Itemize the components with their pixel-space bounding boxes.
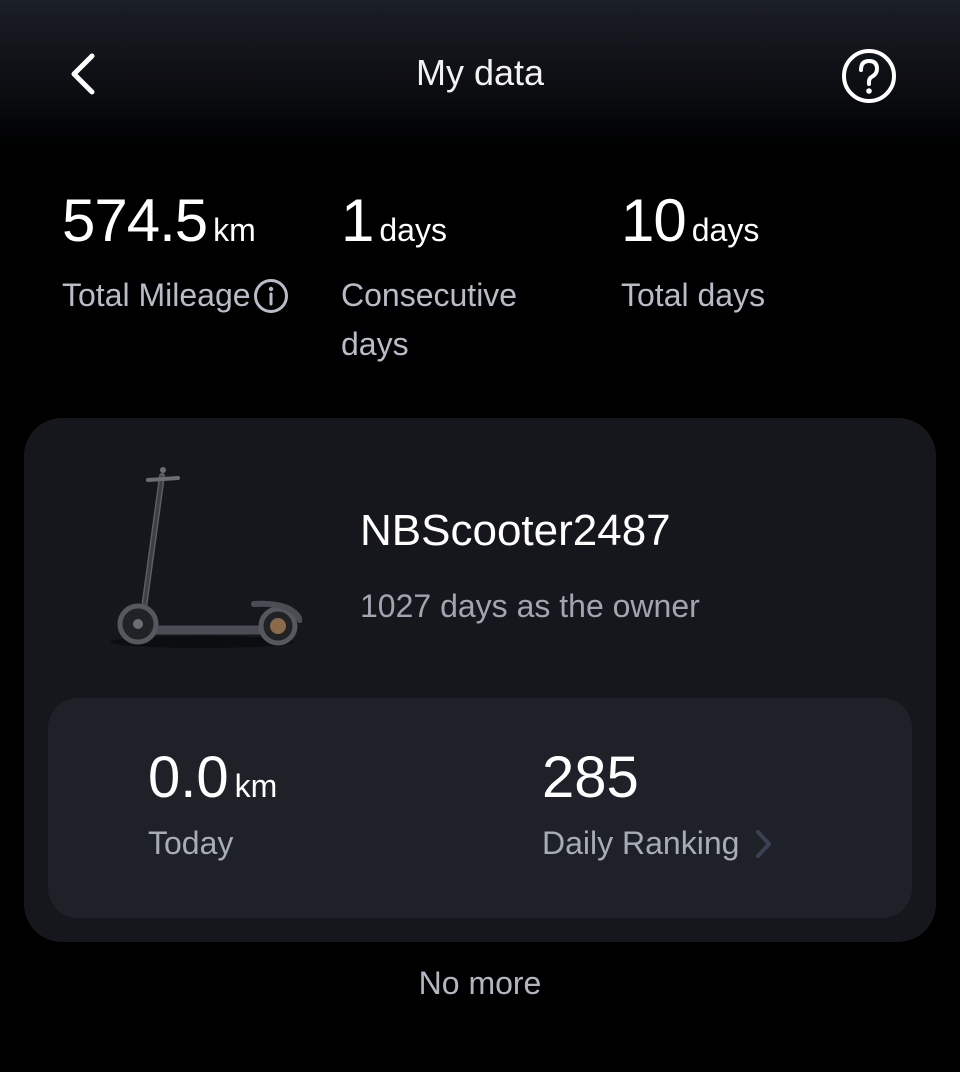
- today-label: Today: [148, 825, 234, 861]
- header-bar: My data: [0, 0, 960, 150]
- today-value: 0.0: [148, 745, 229, 810]
- device-name: NBScooter2487: [360, 506, 671, 555]
- page-title: My data: [415, 52, 545, 93]
- device-card[interactable]: NBScooter2487 1027 days as the owner 0.0…: [24, 418, 936, 942]
- stat-total-days: 10 days Total days: [621, 186, 765, 320]
- daily-ranking-stat[interactable]: 285 Daily Ranking: [542, 744, 773, 862]
- consecutive-days-label: Consecutive days: [341, 277, 518, 362]
- question-circle-icon: [840, 47, 898, 110]
- total-mileage-unit: km: [213, 212, 256, 248]
- consecutive-days-value: 1: [341, 187, 374, 254]
- total-days-unit: days: [691, 212, 760, 248]
- total-mileage-value: 574.5: [62, 187, 208, 254]
- daily-ranking-value: 285: [542, 745, 639, 810]
- total-days-label: Total days: [621, 277, 766, 313]
- today-unit: km: [234, 768, 278, 804]
- consecutive-days-unit: days: [379, 212, 447, 248]
- chevron-right-icon[interactable]: [753, 828, 773, 860]
- daily-stats-panel: 0.0 km Today 285 Daily Ranking: [48, 698, 912, 918]
- scooter-image: [102, 458, 303, 658]
- no-more-footer: No more: [418, 965, 542, 1001]
- stat-total-mileage: 574.5 km Total Mileage: [62, 186, 289, 320]
- total-mileage-label: Total Mileage: [62, 277, 251, 313]
- info-circle-icon[interactable]: [253, 278, 289, 314]
- help-button[interactable]: [840, 47, 898, 110]
- total-days-value: 10: [621, 187, 687, 254]
- daily-ranking-label[interactable]: Daily Ranking: [542, 825, 739, 862]
- stat-consecutive-days: 1 days Consecutive days: [341, 186, 571, 369]
- device-ownership-text: 1027 days as the owner: [360, 588, 700, 624]
- today-stat: 0.0 km Today: [148, 744, 277, 862]
